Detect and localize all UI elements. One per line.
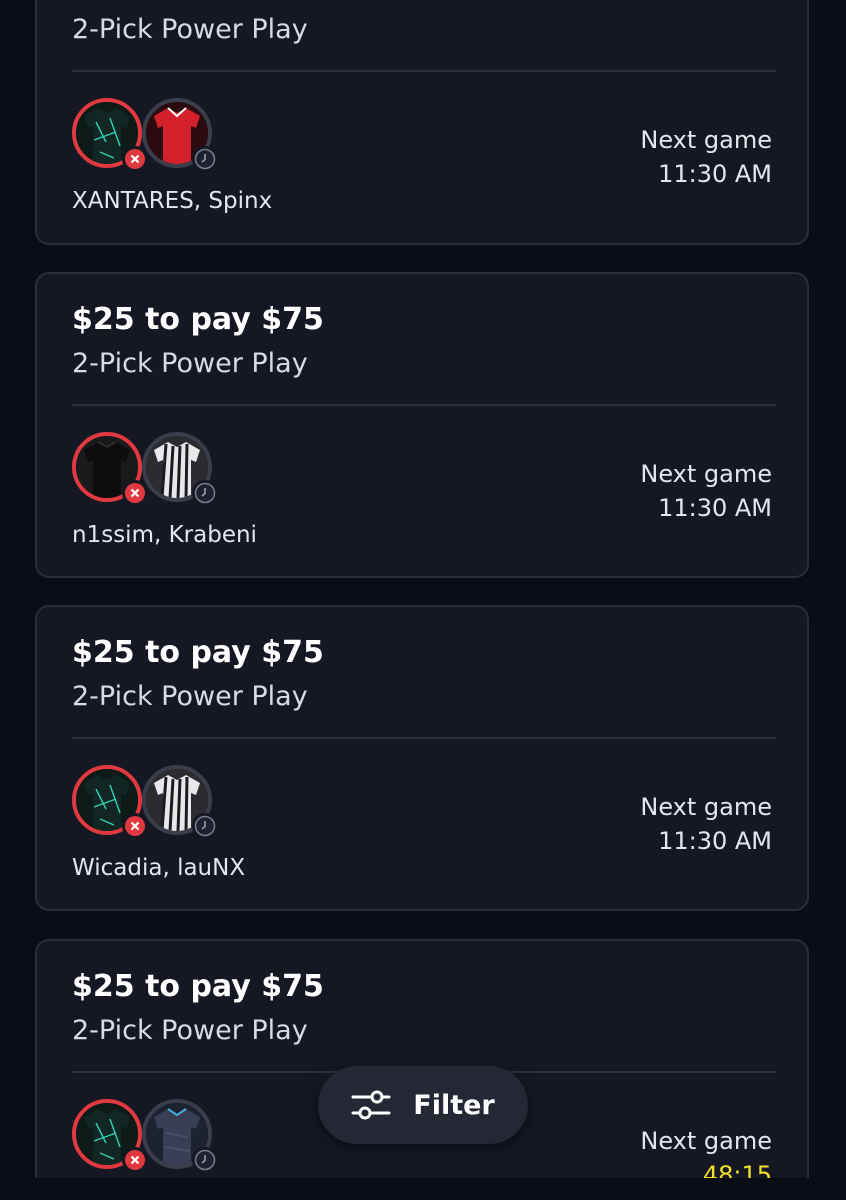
- lost-x-icon: [122, 1147, 148, 1173]
- next-game-label: Next game: [640, 1127, 772, 1155]
- player-avatars: [72, 1099, 222, 1179]
- lost-x-icon: [122, 146, 148, 172]
- next-game-label: Next game: [640, 793, 772, 821]
- next-game-time: 11:30 AM: [658, 494, 772, 522]
- entry-card[interactable]: $25 to pay $75 2-Pick Power Play: [35, 272, 809, 578]
- entry-card[interactable]: $25 to pay $75 2-Pick Power Play: [35, 605, 809, 911]
- player-names: Wicadia, lauNX: [72, 855, 246, 881]
- filter-label: Filter: [413, 1089, 495, 1121]
- entry-stake: $25 to pay $75: [72, 969, 324, 1004]
- entry-type: 2-Pick Power Play: [72, 348, 308, 379]
- entry-type: 2-Pick Power Play: [72, 681, 308, 712]
- entry-card[interactable]: 2-Pick Power Play XANTARES, Spinx Next g…: [35, 0, 809, 245]
- player-names: XANTARES, Spinx: [72, 188, 273, 214]
- next-game-time: 11:30 AM: [658, 827, 772, 855]
- entry-stake: $25 to pay $75: [72, 302, 324, 337]
- card-divider: [72, 737, 776, 739]
- pending-clock-icon: [192, 146, 218, 172]
- lost-x-icon: [122, 480, 148, 506]
- sliders-icon: [351, 1090, 391, 1120]
- pending-clock-icon: [192, 813, 218, 839]
- bottom-nav-bar: [0, 1178, 846, 1200]
- entry-stake: $25 to pay $75: [72, 635, 324, 670]
- card-divider: [72, 404, 776, 406]
- next-game-label: Next game: [640, 460, 772, 488]
- entry-type: 2-Pick Power Play: [72, 1015, 308, 1046]
- entries-page: 2-Pick Power Play XANTARES, Spinx Next g…: [0, 0, 846, 1200]
- player-avatars: [72, 765, 222, 845]
- player-avatars: [72, 98, 222, 178]
- next-game-time: 11:30 AM: [658, 160, 772, 188]
- player-avatars: [72, 432, 222, 512]
- card-divider: [72, 70, 776, 72]
- entry-type: 2-Pick Power Play: [72, 14, 308, 45]
- next-game-label: Next game: [640, 126, 772, 154]
- pending-clock-icon: [192, 1147, 218, 1173]
- player-names: n1ssim, Krabeni: [72, 522, 257, 548]
- filter-button[interactable]: Filter: [318, 1066, 528, 1144]
- lost-x-icon: [122, 813, 148, 839]
- pending-clock-icon: [192, 480, 218, 506]
